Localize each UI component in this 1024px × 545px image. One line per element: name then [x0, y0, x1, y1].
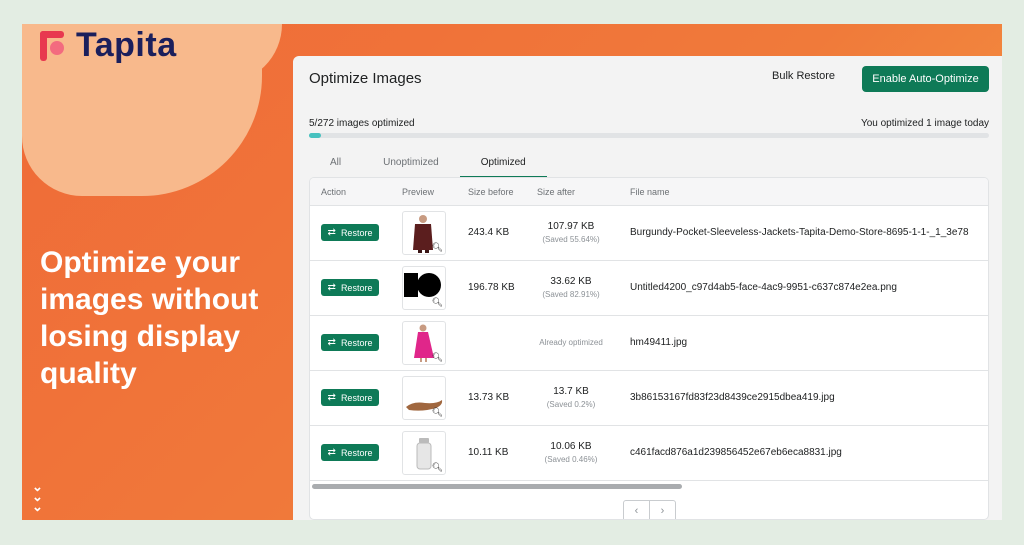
- restore-icon: ⇄: [327, 337, 336, 348]
- tab-unoptimized[interactable]: Unoptimized: [362, 151, 460, 178]
- pagination: ‹ ›: [623, 500, 676, 519]
- enable-auto-optimize-button[interactable]: Enable Auto-Optimize: [862, 66, 989, 92]
- restore-button[interactable]: ⇄ Restore: [321, 224, 379, 241]
- zoom-icon: 🔍︎: [431, 242, 443, 252]
- prev-page-button[interactable]: ‹: [624, 501, 650, 519]
- restore-icon: ⇄: [327, 392, 336, 403]
- size-after: 13.7 KB (Saved 0.2%): [546, 386, 596, 409]
- col-size-before: Size before: [468, 187, 514, 197]
- table-row: ⇄ Restore 🔍︎ 196.78 KB 33.62 KB (Saved 82.…: [310, 261, 988, 316]
- images-table: Action Preview Size before Size after Fi…: [309, 177, 989, 520]
- preview-thumbnail[interactable]: 🔍︎: [402, 266, 446, 310]
- size-after: 33.62 KB (Saved 82.91%): [542, 276, 600, 299]
- horizontal-scrollbar[interactable]: [312, 484, 682, 489]
- table-row: ⇄ Restore 🔍︎ 13.73 KB 13.7 KB (Saved 0.2%)…: [310, 371, 988, 426]
- table-row: ⇄ Restore 🔍︎ Already optimized hm49411.jp…: [310, 316, 988, 371]
- progress-label: 5/272 images optimized: [309, 118, 415, 129]
- next-page-button[interactable]: ›: [650, 501, 675, 519]
- table-header: Action Preview Size before Size after Fi…: [310, 178, 988, 206]
- tab-optimized[interactable]: Optimized: [459, 151, 547, 178]
- file-name: hm49411.jpg: [630, 337, 688, 348]
- tab-all[interactable]: All: [309, 151, 362, 178]
- file-name: c461facd876a1d239856452e67eb6eca8831.jpg: [630, 447, 842, 458]
- tapita-logo-icon: [38, 27, 68, 65]
- col-preview: Preview: [402, 187, 435, 197]
- chevron-down-icon: ⌄ ⌄ ⌄: [32, 479, 43, 514]
- preview-thumbnail[interactable]: 🔍︎: [402, 211, 446, 255]
- promo-frame: Tapita Optimize your images without losi…: [22, 24, 1002, 520]
- col-file-name: File name: [630, 187, 670, 197]
- progress-today: You optimized 1 image today: [860, 118, 989, 129]
- size-after: 10.06 KB (Saved 0.46%): [544, 441, 598, 464]
- file-name: 3b86153167fd83f23d8439ce2915dbea419.jpg: [630, 392, 835, 403]
- page-title: Optimize Images: [309, 70, 422, 87]
- decor-blob-small: [162, 24, 282, 84]
- restore-button[interactable]: ⇄ Restore: [321, 334, 379, 351]
- brand-name: Tapita: [76, 26, 177, 64]
- optimize-panel: Optimize Images Bulk Restore Enable Auto…: [293, 56, 1002, 520]
- restore-icon: ⇄: [327, 447, 336, 458]
- size-after: 107.97 KB (Saved 55.64%): [542, 221, 600, 244]
- table-row: ⇄ Restore 🔍︎ 10.11 KB 10.06 KB (Saved 0.46…: [310, 426, 988, 481]
- status-text: Already optimized: [539, 338, 603, 347]
- restore-button[interactable]: ⇄ Restore: [321, 279, 379, 296]
- size-before: 196.78 KB: [468, 282, 515, 293]
- preview-thumbnail[interactable]: 🔍︎: [402, 376, 446, 420]
- size-before: 13.73 KB: [468, 392, 510, 403]
- preview-thumbnail[interactable]: 🔍︎: [402, 321, 446, 365]
- promo-headline: Optimize your images without losing disp…: [40, 246, 259, 390]
- zoom-icon: 🔍︎: [431, 297, 443, 307]
- preview-thumbnail[interactable]: 🔍︎: [402, 431, 446, 475]
- col-action: Action: [321, 187, 347, 197]
- restore-icon: ⇄: [327, 227, 336, 238]
- table-row: ⇄ Restore 🔍︎ 243.4 KB 107.97 KB (Saved 55.…: [310, 206, 988, 261]
- size-before: 10.11 KB: [468, 447, 509, 458]
- file-name: Burgundy-Pocket-Sleeveless-Jackets-Tapit…: [630, 227, 969, 238]
- col-size-after: Size after: [537, 187, 576, 197]
- zoom-icon: 🔍︎: [431, 462, 443, 472]
- zoom-icon: 🔍︎: [431, 352, 443, 362]
- restore-button[interactable]: ⇄ Restore: [321, 444, 379, 461]
- progress-bar: [309, 133, 989, 138]
- progress-fill: [309, 133, 322, 138]
- zoom-icon: 🔍︎: [431, 407, 443, 417]
- restore-icon: ⇄: [327, 282, 336, 293]
- file-name: Untitled4200_c97d4ab5-face-4ac9-9951-c63…: [630, 282, 897, 293]
- size-before: 243.4 KB: [468, 227, 510, 238]
- bulk-restore-button[interactable]: Bulk Restore: [772, 70, 835, 82]
- restore-button[interactable]: ⇄ Restore: [321, 389, 379, 406]
- tab-bar: All Unoptimized Optimized: [309, 151, 547, 178]
- brand-logo: Tapita: [38, 26, 177, 65]
